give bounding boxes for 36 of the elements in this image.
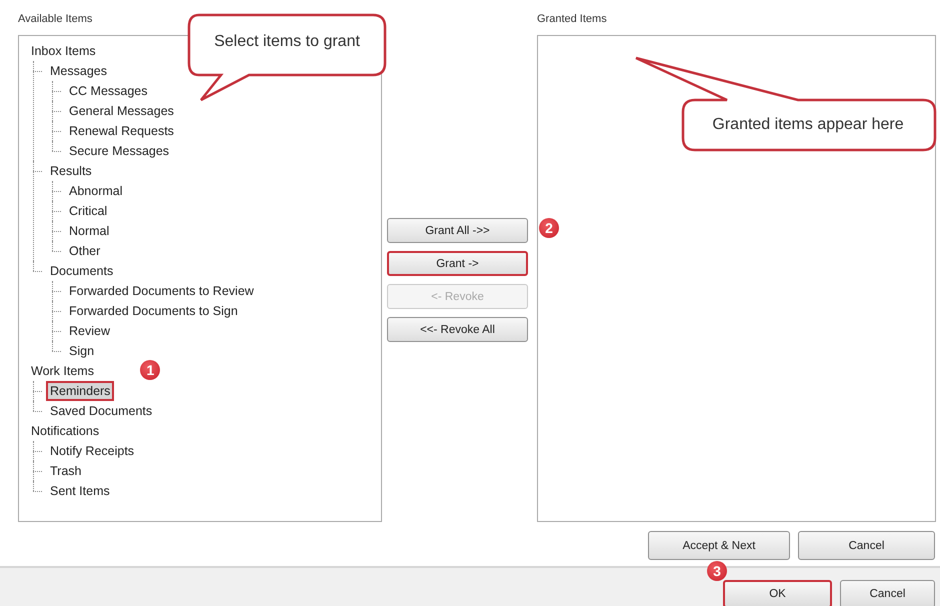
callout: Select items to grant	[187, 13, 387, 103]
tree-item[interactable]: Documents	[46, 261, 118, 281]
dialog-button[interactable]: Cancel	[840, 580, 935, 606]
tree-item[interactable]: CC Messages	[65, 81, 152, 101]
panel-label: Available Items	[18, 12, 94, 27]
tree-item[interactable]: Critical	[65, 201, 112, 221]
tree-item[interactable]: Messages	[46, 61, 111, 81]
tree-item[interactable]: Secure Messages	[65, 141, 174, 161]
step-button[interactable]: Accept & Next	[648, 531, 790, 560]
panel-label: Granted Items	[537, 12, 608, 27]
transfer-button[interactable]: Grant All ->>	[387, 218, 528, 243]
tree-item[interactable]: Sent Items	[46, 481, 114, 501]
tree-item[interactable]: Notifications	[27, 421, 104, 441]
tree-item[interactable]: Review	[65, 321, 114, 341]
tree-item[interactable]: Trash	[46, 461, 86, 481]
step-button[interactable]: Cancel	[798, 531, 935, 560]
tree-item[interactable]: Notify Receipts	[46, 441, 138, 461]
tree-item[interactable]: Forwarded Documents to Review	[65, 281, 258, 301]
tree-item[interactable]: Saved Documents	[46, 401, 156, 421]
tree-item[interactable]: Sign	[65, 341, 98, 361]
transfer-button[interactable]: <<- Revoke All	[387, 317, 528, 342]
dialog-button[interactable]: OK	[723, 580, 832, 606]
tree-item[interactable]: Forwarded Documents to Sign	[65, 301, 242, 321]
tree-item[interactable]: Normal	[65, 221, 114, 241]
tree-item[interactable]: Work Items	[27, 361, 98, 381]
tree-item[interactable]: General Messages	[65, 101, 178, 121]
tree-item[interactable]: Renewal Requests	[65, 121, 178, 141]
tree-item[interactable]: Abnormal	[65, 181, 126, 201]
tree-item[interactable]: Results	[46, 161, 96, 181]
callout: Granted items appear here	[633, 55, 937, 152]
tree-item[interactable]: Reminders	[46, 381, 114, 401]
step-badge: 3	[707, 561, 727, 581]
transfer-button[interactable]: Grant ->	[387, 251, 528, 276]
tree-item[interactable]: Inbox Items	[27, 41, 100, 61]
tree-item[interactable]: Other	[65, 241, 104, 261]
step-badge: 1	[140, 360, 160, 380]
